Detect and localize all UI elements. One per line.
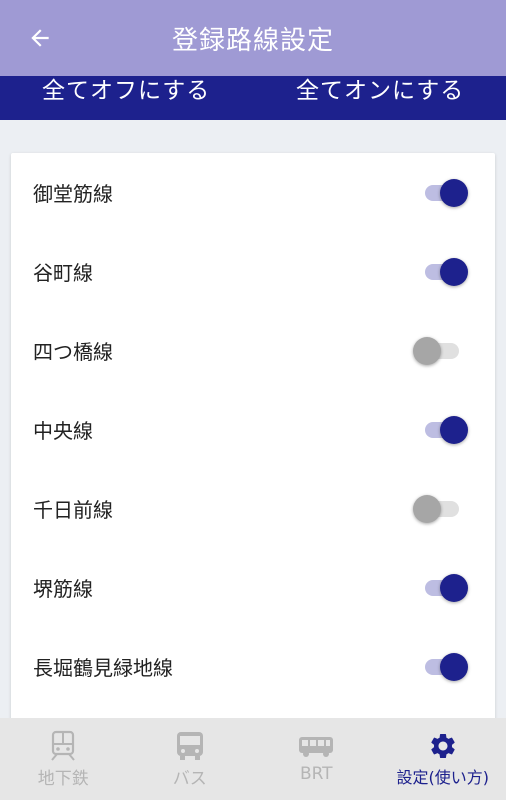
all-off-button[interactable]: 全てオフにする	[42, 76, 210, 106]
line-label: 堺筋線	[33, 577, 93, 601]
line-row: 四つ橋線	[11, 311, 495, 390]
line-label: 四つ橋線	[33, 340, 113, 364]
nav-brt[interactable]: BRT	[253, 718, 380, 800]
line-toggle[interactable]	[413, 256, 469, 288]
line-label: 中央線	[33, 419, 93, 443]
line-row: 中央線	[11, 390, 495, 469]
line-row: 堺筋線	[11, 548, 495, 627]
app-bar: 登録路線設定	[0, 0, 506, 76]
line-row: 谷町線	[11, 232, 495, 311]
line-label: 長堀鶴見緑地線	[33, 656, 173, 680]
nav-brt-label: BRT	[299, 764, 333, 784]
brt-bus-icon	[299, 737, 334, 757]
line-label: 御堂筋線	[33, 182, 113, 206]
line-label: 谷町線	[33, 261, 93, 285]
bottom-navigation: 地下鉄 バス BRT 設定(使い方)	[0, 718, 506, 800]
line-toggle[interactable]	[413, 177, 469, 209]
nav-subway-label: 地下鉄	[37, 769, 89, 789]
line-row: 長堀鶴見緑地線	[11, 627, 495, 706]
line-toggle[interactable]	[413, 414, 469, 446]
bus-icon	[176, 732, 203, 760]
line-row: 千日前線	[11, 469, 495, 548]
nav-bus[interactable]: バス	[127, 718, 254, 800]
nav-settings[interactable]: 設定(使い方)	[380, 718, 506, 800]
back-button[interactable]	[20, 18, 60, 58]
line-toggle[interactable]	[413, 572, 469, 604]
line-row: 御堂筋線	[11, 153, 495, 232]
nav-subway[interactable]: 地下鉄	[0, 718, 127, 800]
line-toggle[interactable]	[413, 493, 469, 525]
line-label: 千日前線	[33, 498, 113, 522]
nav-bus-label: バス	[172, 769, 207, 789]
gear-icon	[431, 733, 455, 758]
all-on-button[interactable]: 全てオンにする	[296, 76, 464, 106]
train-icon	[51, 730, 76, 761]
page-title: 登録路線設定	[171, 25, 334, 56]
line-toggle[interactable]	[413, 335, 469, 367]
line-list-card: 御堂筋線 谷町線 四つ橋線 中央線 千日前線 堺筋線 長堀鶴見緑地線	[11, 153, 495, 753]
nav-settings-label: 設定(使い方)	[396, 768, 490, 787]
bulk-action-bar: 全てオフにする 全てオンにする	[0, 76, 506, 120]
arrow-left-icon	[31, 29, 49, 47]
line-toggle[interactable]	[413, 651, 469, 683]
